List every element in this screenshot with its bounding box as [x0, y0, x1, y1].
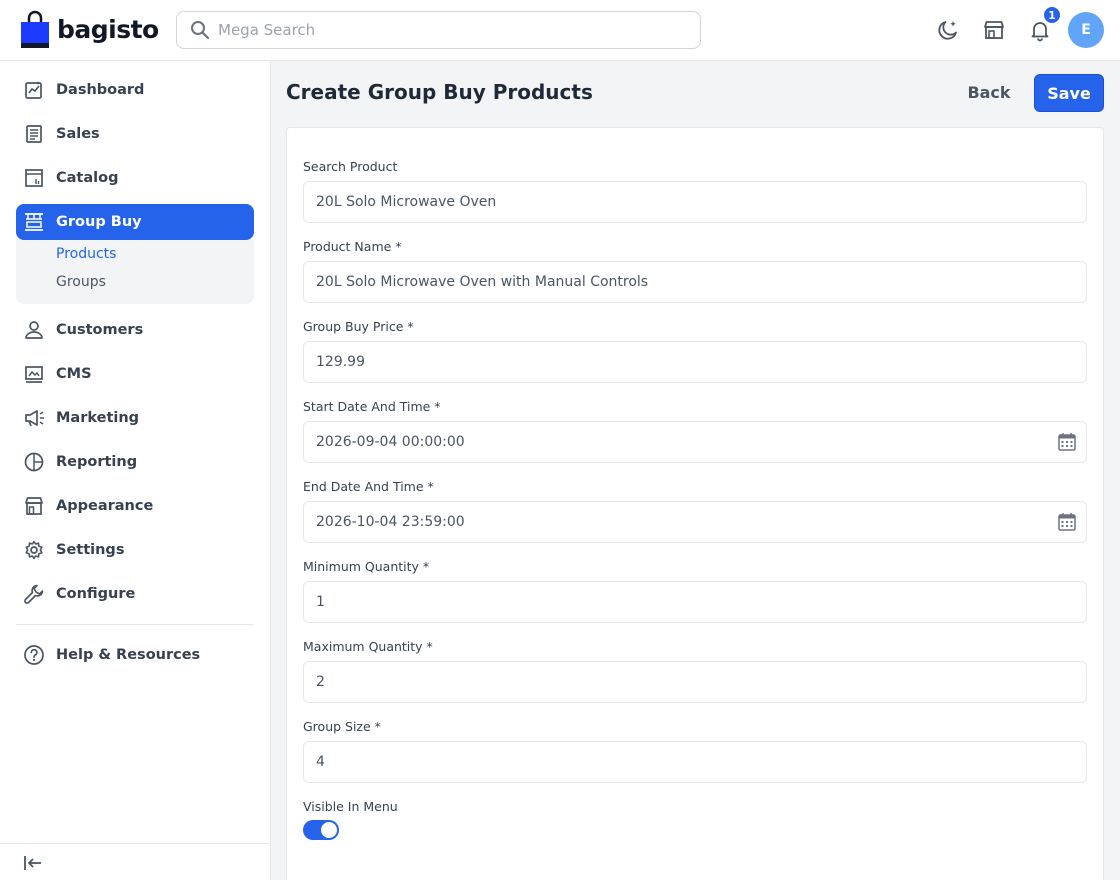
- max-quantity-label: Maximum Quantity *: [303, 639, 433, 654]
- brand-name: bagisto: [57, 14, 159, 44]
- sidebar-item-dashboard[interactable]: Dashboard: [16, 72, 254, 108]
- group-buy-price-label: Group Buy Price *: [303, 319, 414, 334]
- group-buy-submenu: Products Groups: [16, 240, 254, 304]
- sidebar-item-label: Catalog: [56, 170, 119, 186]
- group-buy-form-card: Search Product Product Name * Group Buy …: [286, 127, 1104, 880]
- user-avatar[interactable]: E: [1068, 12, 1104, 48]
- group-size-field[interactable]: [303, 741, 1087, 783]
- sidebar-item-settings[interactable]: Settings: [16, 532, 254, 568]
- sidebar-item-label: Sales: [56, 126, 100, 142]
- sidebar-item-customers[interactable]: Customers: [16, 312, 254, 348]
- sidebar-item-label: Group Buy: [56, 214, 142, 230]
- group-buy-price-field[interactable]: [303, 341, 1087, 383]
- max-quantity-input[interactable]: [316, 662, 1046, 702]
- sidebar-item-label: Appearance: [56, 498, 154, 514]
- brand-logo[interactable]: bagisto: [21, 10, 159, 48]
- sidebar-item-group-buy[interactable]: Group Buy: [16, 204, 254, 240]
- shopping-bag-icon: [21, 10, 49, 48]
- min-quantity-label: Minimum Quantity *: [303, 559, 430, 574]
- product-name-field[interactable]: [303, 261, 1087, 303]
- sidebar-item-marketing[interactable]: Marketing: [16, 400, 254, 436]
- sales-icon: [23, 123, 45, 145]
- appearance-icon: [23, 495, 45, 517]
- sidebar-item-label: CMS: [56, 366, 92, 382]
- end-date-field[interactable]: [303, 501, 1087, 543]
- end-date-input[interactable]: [316, 502, 1046, 542]
- start-date-label: Start Date And Time *: [303, 399, 441, 414]
- sidebar-item-reporting[interactable]: Reporting: [16, 444, 254, 480]
- sidebar-item-label: Settings: [56, 542, 125, 558]
- min-quantity-input[interactable]: [316, 582, 1046, 622]
- group-size-input[interactable]: [316, 742, 1046, 782]
- visible-in-menu-label: Visible In Menu: [303, 799, 398, 814]
- mega-search[interactable]: [176, 11, 701, 49]
- dark-mode-toggle[interactable]: [934, 16, 962, 44]
- product-name-input[interactable]: [316, 262, 1046, 302]
- sidebar-item-label: Marketing: [56, 410, 140, 426]
- marketing-icon: [23, 407, 45, 429]
- min-quantity-field[interactable]: [303, 581, 1087, 623]
- group-size-label: Group Size *: [303, 719, 381, 734]
- help-icon: [23, 644, 45, 666]
- customers-icon: [23, 319, 45, 341]
- sidebar-item-sales[interactable]: Sales: [16, 116, 254, 152]
- sidebar-item-label: Configure: [56, 586, 136, 602]
- reporting-icon: [23, 451, 45, 473]
- sidebar: Dashboard Sales Catalog Group Buy Produc…: [0, 61, 271, 880]
- end-date-label: End Date And Time *: [303, 479, 434, 494]
- sidebar-item-label: Reporting: [56, 454, 138, 470]
- storefront-button[interactable]: [980, 16, 1008, 44]
- notification-badge: 1: [1042, 5, 1062, 25]
- submenu-item-groups[interactable]: Groups: [56, 274, 106, 290]
- sidebar-item-label: Customers: [56, 322, 144, 338]
- search-icon: [191, 21, 210, 40]
- back-button[interactable]: Back: [958, 74, 1020, 111]
- sidebar-divider: [16, 624, 254, 625]
- sidebar-item-label: Dashboard: [56, 82, 145, 98]
- collapse-sidebar-icon[interactable]: [23, 853, 43, 873]
- toggle-knob: [321, 822, 337, 838]
- start-date-field[interactable]: [303, 421, 1087, 463]
- sidebar-item-appearance[interactable]: Appearance: [16, 488, 254, 524]
- sidebar-item-cms[interactable]: CMS: [16, 356, 254, 392]
- top-header: bagisto 1 E: [0, 0, 1120, 61]
- search-product-input[interactable]: [316, 182, 1046, 222]
- product-name-label: Product Name *: [303, 239, 402, 254]
- dashboard-icon: [23, 79, 45, 101]
- wrench-icon: [23, 583, 45, 605]
- group-buy-price-input[interactable]: [316, 342, 1046, 382]
- sidebar-item-label: Help & Resources: [56, 647, 201, 663]
- save-button[interactable]: Save: [1034, 74, 1104, 112]
- start-date-input[interactable]: [316, 422, 1046, 462]
- sidebar-item-help[interactable]: Help & Resources: [16, 637, 254, 673]
- visible-in-menu-toggle[interactable]: [303, 820, 339, 840]
- sidebar-item-catalog[interactable]: Catalog: [16, 160, 254, 196]
- calendar-icon[interactable]: [1057, 432, 1077, 452]
- catalog-icon: [23, 167, 45, 189]
- cms-icon: [23, 363, 45, 385]
- moon-icon: [938, 21, 957, 40]
- page-title: Create Group Buy Products: [286, 80, 593, 104]
- calendar-icon[interactable]: [1057, 512, 1077, 532]
- search-input[interactable]: [218, 12, 688, 48]
- sidebar-footer: [0, 843, 270, 880]
- max-quantity-field[interactable]: [303, 661, 1087, 703]
- sidebar-item-configure[interactable]: Configure: [16, 576, 254, 612]
- store-icon: [984, 21, 1004, 39]
- search-product-label: Search Product: [303, 159, 398, 174]
- group-buy-icon: [23, 211, 45, 233]
- search-product-field[interactable]: [303, 181, 1087, 223]
- settings-icon: [23, 539, 45, 561]
- submenu-item-products[interactable]: Products: [56, 246, 116, 262]
